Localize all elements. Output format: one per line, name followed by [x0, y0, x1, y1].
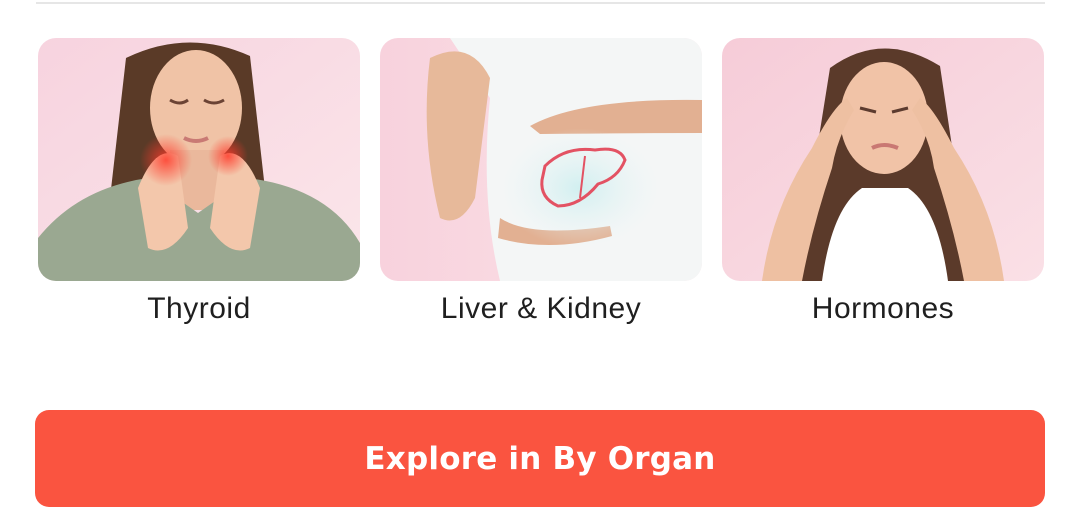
organ-category-list: Thyroid Liver & Kidney Hormones [36, 38, 1046, 338]
organ-section: Thyroid Liver & Kidney Hormones Explore … [0, 0, 1080, 528]
category-label-thyroid: Thyroid [147, 292, 251, 325]
torso-with-liver-illustration-image [380, 38, 702, 281]
category-card-hormones[interactable]: Hormones [722, 38, 1046, 338]
woman-with-headache-image [722, 38, 1044, 281]
category-card-thyroid[interactable]: Thyroid [38, 38, 362, 338]
category-card-liver-kidney[interactable]: Liver & Kidney [380, 38, 704, 338]
category-label-liver-kidney: Liver & Kidney [440, 292, 642, 325]
category-label-hormones: Hormones [811, 292, 955, 325]
explore-by-organ-button[interactable]: Explore in By Organ [35, 410, 1045, 507]
top-divider [36, 2, 1045, 4]
explore-by-organ-button-label: Explore in By Organ [364, 440, 716, 477]
woman-touching-neck-thyroid-image [38, 38, 360, 281]
